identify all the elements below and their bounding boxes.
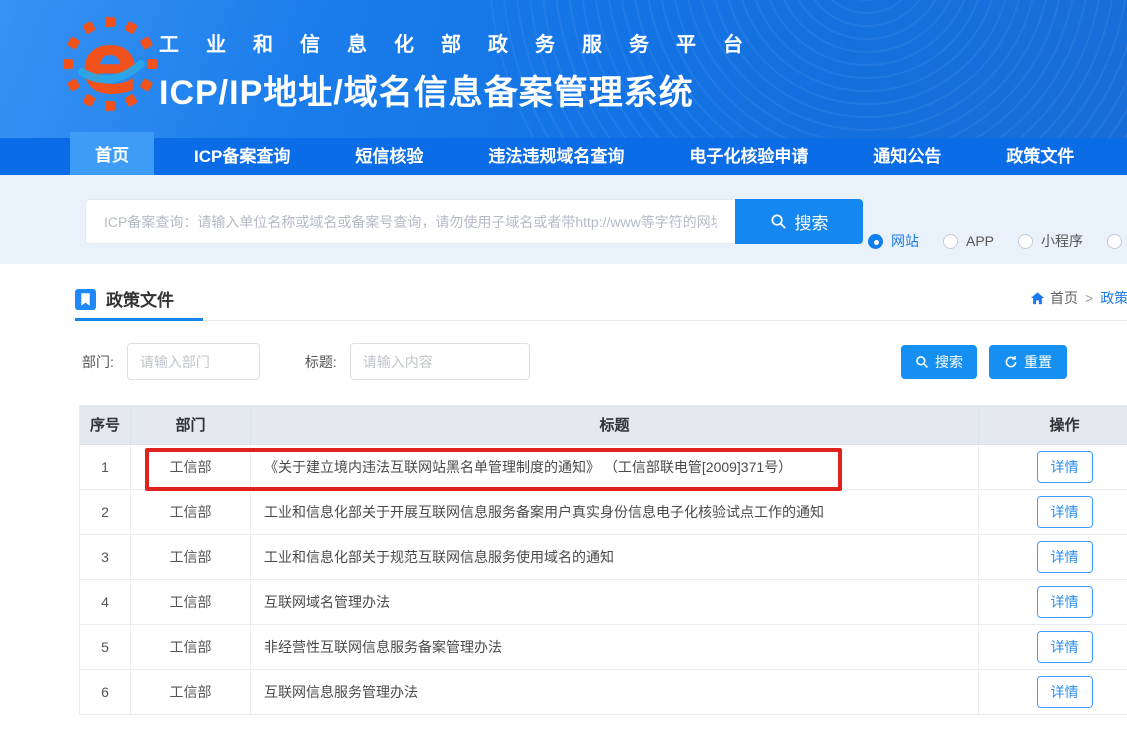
- cell-no: 6: [80, 670, 131, 715]
- dept-filter-label: 部门:: [82, 352, 114, 372]
- cell-dept: 工信部: [131, 535, 251, 580]
- main-nav: 首页 ICP备案查询 短信核验 违法违规域名查询 电子化核验申请 通知公告 政策…: [0, 138, 1127, 175]
- miit-gear-logo-icon: e: [62, 16, 158, 112]
- section-tab-policy-files[interactable]: 政策文件: [75, 280, 203, 321]
- filter-reset-label: 重置: [1024, 352, 1052, 372]
- section-title: 政策文件: [106, 286, 174, 313]
- home-icon: [1030, 291, 1045, 306]
- cell-title: 互联网域名管理办法: [251, 580, 979, 625]
- detail-button[interactable]: 详情: [1037, 586, 1093, 618]
- table-row: 1 工信部 《关于建立境内违法互联网站黑名单管理制度的通知》 （工信部联电管[2…: [80, 445, 1127, 490]
- breadcrumb-home-link[interactable]: 首页: [1030, 288, 1078, 308]
- table-header-row: 序号 部门 标题 操作: [80, 405, 1127, 445]
- radio-quickapp-icon: [1107, 234, 1122, 249]
- section-divider: [75, 320, 1127, 321]
- search-section: 搜索 网站 APP 小程序 快应用: [0, 175, 1127, 264]
- cell-title: 非经营性互联网信息服务备案管理办法: [251, 625, 979, 670]
- breadcrumb-current[interactable]: 政策文件: [1100, 288, 1127, 308]
- filter-search-label: 搜索: [935, 352, 963, 372]
- breadcrumb: 首页 > 政策文件: [1030, 288, 1127, 308]
- policy-table: 序号 部门 标题 操作 1 工信部 《关于建立境内违法互联网站黑名单管理制度的通…: [79, 405, 1127, 715]
- radio-app-label: APP: [966, 233, 994, 249]
- nav-item-illegal-domain-query[interactable]: 违法违规域名查询: [463, 138, 649, 175]
- radio-website-icon: [868, 234, 883, 249]
- nav-item-sms-verify[interactable]: 短信核验: [330, 138, 448, 175]
- search-type-radios: 网站 APP 小程序 快应用: [868, 231, 1127, 251]
- table-row: 4 工信部 互联网域名管理办法 详情: [80, 580, 1127, 625]
- col-header-action: 操作: [979, 405, 1127, 445]
- table-row: 2 工信部 工业和信息化部关于开展互联网信息服务备案用户真实身份信息电子化核验试…: [80, 490, 1127, 535]
- nav-item-policy-files[interactable]: 政策文件: [981, 138, 1099, 175]
- magnifier-icon: [770, 213, 787, 230]
- detail-button[interactable]: 详情: [1037, 496, 1093, 528]
- radio-app-icon: [943, 234, 958, 249]
- cell-title: 工业和信息化部关于开展互联网信息服务备案用户真实身份信息电子化核验试点工作的通知: [251, 490, 979, 535]
- cell-dept: 工信部: [131, 445, 251, 490]
- platform-title: 工业和信息化部政务服务平台: [159, 28, 770, 57]
- system-title: ICP/IP地址/域名信息备案管理系统: [159, 65, 770, 114]
- nav-item-e-verification[interactable]: 电子化核验申请: [664, 138, 833, 175]
- bookmark-icon: [75, 289, 96, 310]
- cell-dept: 工信部: [131, 670, 251, 715]
- radio-website-label: 网站: [891, 231, 919, 251]
- page: e 工业和信息化部政务服务平台 ICP/IP地址/域名信息备案管理系统 首页 I…: [0, 0, 1127, 751]
- cell-no: 2: [80, 490, 131, 535]
- cell-no: 3: [80, 535, 131, 580]
- title-filter-input[interactable]: [350, 343, 530, 380]
- nav-item-notices[interactable]: 通知公告: [848, 138, 966, 175]
- icp-search-button-label: 搜索: [795, 209, 829, 234]
- filter-bar: 部门: 标题:: [82, 343, 530, 380]
- radio-website[interactable]: 网站: [868, 231, 919, 251]
- detail-button[interactable]: 详情: [1037, 676, 1093, 708]
- table-row: 3 工信部 工业和信息化部关于规范互联网信息服务使用域名的通知 详情: [80, 535, 1127, 580]
- icp-search-button[interactable]: 搜索: [735, 199, 863, 244]
- nav-item-icp-query[interactable]: ICP备案查询: [169, 138, 315, 175]
- detail-button[interactable]: 详情: [1037, 631, 1093, 663]
- cell-title: 《关于建立境内违法互联网站黑名单管理制度的通知》 （工信部联电管[2009]37…: [251, 445, 979, 490]
- cell-title: 工业和信息化部关于规范互联网信息服务使用域名的通知: [251, 535, 979, 580]
- cell-no: 4: [80, 580, 131, 625]
- table-row: 5 工信部 非经营性互联网信息服务备案管理办法 详情: [80, 625, 1127, 670]
- breadcrumb-home-label: 首页: [1050, 288, 1078, 308]
- radio-miniprogram[interactable]: 小程序: [1018, 231, 1083, 251]
- filter-search-button[interactable]: 搜索: [901, 345, 977, 379]
- nav-item-home[interactable]: 首页: [70, 132, 154, 175]
- magnifier-icon: [915, 355, 929, 369]
- icp-search-input[interactable]: [85, 199, 735, 244]
- icp-search-bar: 搜索: [85, 199, 863, 244]
- cell-dept: 工信部: [131, 580, 251, 625]
- detail-button[interactable]: 详情: [1037, 451, 1093, 483]
- content-area: 政策文件 首页 > 政策文件 部门: 标题: 搜索: [0, 264, 1127, 751]
- cell-no: 1: [80, 445, 131, 490]
- col-header-no: 序号: [80, 405, 131, 445]
- radio-miniprogram-label: 小程序: [1041, 231, 1083, 251]
- cell-no: 5: [80, 625, 131, 670]
- svg-text:e: e: [81, 16, 139, 112]
- col-header-title: 标题: [251, 405, 979, 445]
- cell-title: 互联网信息服务管理办法: [251, 670, 979, 715]
- title-filter-label: 标题:: [305, 352, 337, 372]
- banner: e 工业和信息化部政务服务平台 ICP/IP地址/域名信息备案管理系统: [0, 0, 1127, 138]
- filter-reset-button[interactable]: 重置: [989, 345, 1067, 379]
- cell-dept: 工信部: [131, 490, 251, 535]
- radio-quickapp[interactable]: 快应用: [1107, 231, 1127, 251]
- col-header-dept: 部门: [131, 405, 251, 445]
- dept-filter-input[interactable]: [127, 343, 260, 380]
- refresh-icon: [1004, 355, 1018, 369]
- cell-dept: 工信部: [131, 625, 251, 670]
- banner-titles: 工业和信息化部政务服务平台 ICP/IP地址/域名信息备案管理系统: [159, 28, 770, 114]
- breadcrumb-separator: >: [1085, 290, 1093, 306]
- detail-button[interactable]: 详情: [1037, 541, 1093, 573]
- radio-app[interactable]: APP: [943, 233, 994, 249]
- radio-miniprogram-icon: [1018, 234, 1033, 249]
- table-row: 6 工信部 互联网信息服务管理办法 详情: [80, 670, 1127, 715]
